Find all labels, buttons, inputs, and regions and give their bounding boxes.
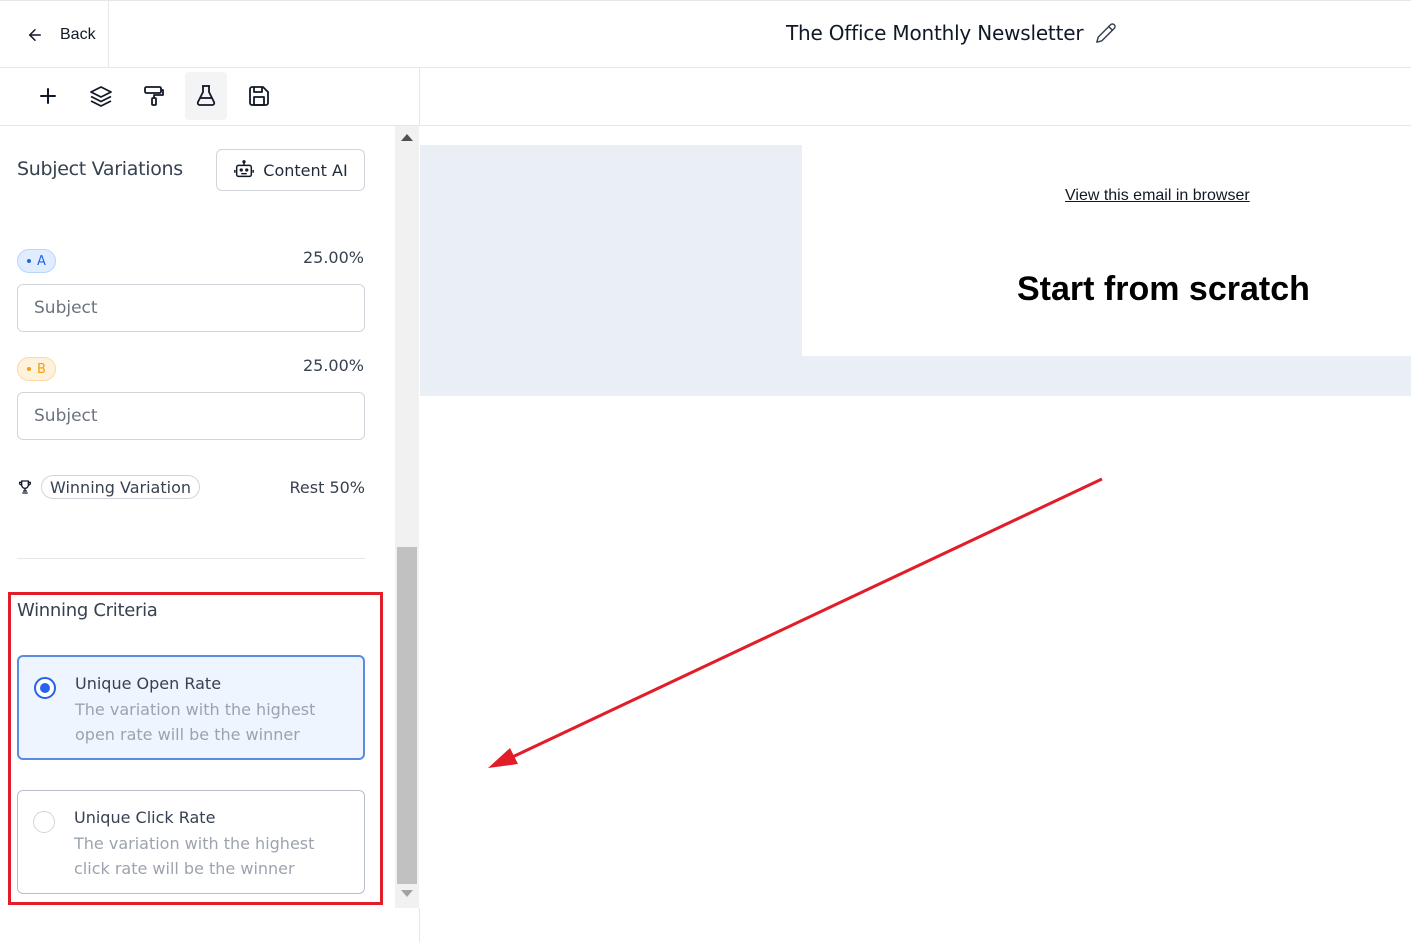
layers-button[interactable] bbox=[80, 72, 122, 120]
rest-percent: Rest 50% bbox=[289, 477, 366, 497]
variation-b-subject-input[interactable] bbox=[17, 392, 365, 440]
sidebar-footer bbox=[0, 908, 420, 942]
winning-variation-row: Winning Variation Rest 50% bbox=[17, 475, 365, 499]
page-title: The Office Monthly Newsletter bbox=[786, 21, 1084, 45]
back-button[interactable]: Back bbox=[0, 1, 109, 68]
variation-a-badge: A bbox=[17, 249, 56, 273]
email-header-block[interactable] bbox=[802, 145, 1411, 356]
layers-icon bbox=[90, 86, 112, 107]
canvas-topbar bbox=[420, 68, 1411, 126]
robot-icon bbox=[234, 160, 255, 178]
title-area: The Office Monthly Newsletter bbox=[786, 21, 1117, 45]
sidebar-scrollbar[interactable] bbox=[395, 126, 419, 908]
back-label: Back bbox=[60, 25, 96, 43]
pencil-icon[interactable] bbox=[1095, 22, 1117, 44]
variation-b-percent: 25.00% bbox=[302, 356, 364, 375]
add-element-button[interactable] bbox=[27, 72, 69, 120]
criteria-description: The variation with the highest open rate… bbox=[75, 700, 316, 744]
subject-variations-title: Subject Variations bbox=[17, 158, 183, 180]
styles-button[interactable] bbox=[133, 72, 175, 120]
view-in-browser-link[interactable]: View this email in browser bbox=[1065, 187, 1250, 205]
scroll-up-arrow[interactable] bbox=[401, 134, 413, 141]
email-heading[interactable]: Start from scratch bbox=[1017, 270, 1310, 309]
ab-test-sidebar: Subject Variations Content AI A 25.00% B… bbox=[0, 126, 395, 908]
scroll-down-arrow[interactable] bbox=[401, 890, 413, 897]
criteria-description: The variation with the highest click rat… bbox=[74, 834, 315, 878]
scroll-thumb[interactable] bbox=[397, 547, 417, 884]
criteria-title: Unique Open Rate bbox=[75, 674, 222, 693]
variation-a-subject-input[interactable] bbox=[17, 284, 365, 332]
flask-icon bbox=[196, 85, 216, 106]
winning-criteria-title: Winning Criteria bbox=[17, 600, 158, 621]
email-canvas: View this email in browser Start from sc… bbox=[420, 126, 1411, 942]
radio-click-rate[interactable] bbox=[33, 811, 55, 833]
save-template-button[interactable] bbox=[238, 72, 280, 120]
radio-open-rate[interactable] bbox=[34, 677, 56, 699]
arrow-left-icon bbox=[29, 28, 41, 41]
ab-test-button[interactable] bbox=[185, 72, 227, 120]
editor-toolbar bbox=[0, 68, 420, 126]
criteria-title: Unique Click Rate bbox=[74, 808, 216, 827]
top-header: Back The Office Monthly Newsletter bbox=[0, 0, 1411, 68]
criteria-unique-click-rate[interactable]: Unique Click Rate The variation with the… bbox=[17, 790, 365, 894]
section-divider bbox=[17, 558, 365, 559]
content-ai-button[interactable]: Content AI bbox=[216, 149, 365, 191]
variation-b-badge: B bbox=[17, 357, 56, 381]
criteria-unique-open-rate[interactable]: Unique Open Rate The variation with the … bbox=[17, 655, 365, 760]
trophy-icon bbox=[18, 480, 32, 494]
content-ai-label: Content AI bbox=[263, 160, 348, 180]
paint-roller-icon bbox=[144, 86, 164, 106]
add-icon bbox=[40, 88, 56, 104]
variation-a-percent: 25.00% bbox=[302, 248, 364, 267]
save-icon bbox=[249, 86, 269, 106]
winning-variation-pill: Winning Variation bbox=[41, 475, 201, 499]
